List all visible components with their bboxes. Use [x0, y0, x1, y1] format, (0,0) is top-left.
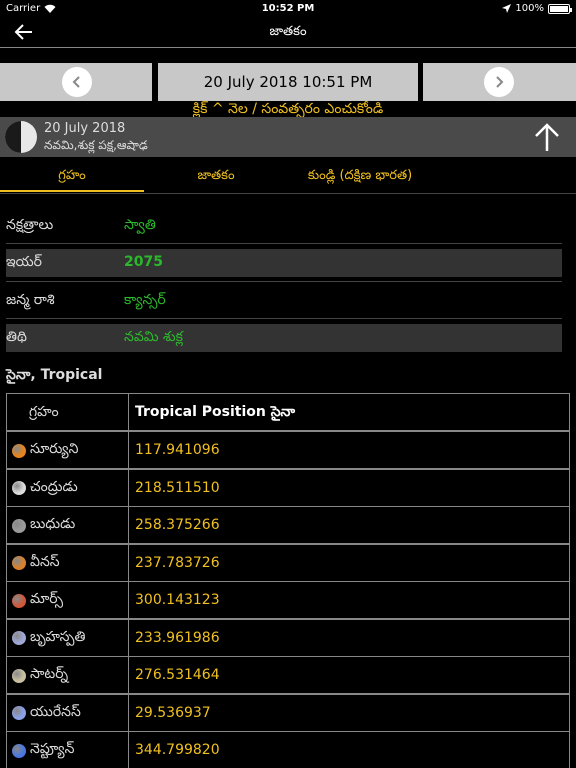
column-header-position: Tropical Position సైనా — [135, 404, 296, 420]
planet-name: యురేనస్ — [30, 703, 81, 720]
chevron-left-icon — [62, 67, 92, 97]
info-label: జన్మ రాశి — [6, 292, 55, 308]
tab-kundli-south[interactable]: కుండ్లి (దక్షిణ భారత) — [288, 160, 432, 192]
arrow-up-icon[interactable] — [532, 121, 562, 153]
planet-position: 29.536937 — [135, 704, 211, 721]
previous-date-button[interactable] — [0, 63, 152, 101]
planet-name: వీనస్ — [30, 553, 60, 570]
current-date-display[interactable]: 20 July 2018 10:51 PM — [158, 63, 418, 101]
tab-bar: గ్రహం జాతకం కుండ్లి (దక్షిణ భారత) — [0, 160, 576, 194]
planet-icon — [12, 556, 26, 570]
section-title: సైనా, Tropical — [6, 367, 103, 383]
planet-name: సాటర్న్ — [30, 666, 69, 682]
table-row: యురేనస్ 29.536937 — [6, 693, 570, 732]
battery-percent: 100% — [515, 3, 544, 14]
planet-position: 300.143123 — [135, 592, 220, 608]
info-value: స్వాతి — [124, 217, 156, 233]
location-icon — [502, 4, 512, 13]
planet-icon — [12, 443, 26, 458]
info-row-rashi: జన్మ రాశి క్యాన్సర్ — [6, 287, 562, 315]
table-row: వీనస్ 237.783726 — [6, 543, 570, 582]
planet-name: నెప్ట్యూన్ — [30, 741, 75, 757]
table-header-row: గ్రహం Tropical Position సైనా — [6, 393, 570, 431]
planet-icon — [12, 518, 26, 533]
info-row-tithi: తిథి నవమి శుక్ల — [6, 324, 562, 352]
table-row: మార్స్ 300.143123 — [6, 581, 570, 619]
info-value: 2075 — [124, 254, 163, 270]
planet-position: 276.531464 — [135, 667, 220, 683]
moon-phase-bar: 20 July 2018 నవమి,శుక్ల పక్ష,ఆషాఢ — [0, 117, 576, 157]
moon-phase-icon — [5, 121, 37, 153]
table-row: బృహస్పతి 233.961986 — [6, 618, 570, 657]
planet-name: సూర్యుని — [30, 441, 79, 457]
next-date-button[interactable] — [423, 63, 576, 101]
tab-planet[interactable]: గ్రహం — [0, 160, 144, 192]
planet-icon — [12, 481, 26, 495]
planet-position: 218.511510 — [135, 479, 220, 496]
column-header-planet: గ్రహం — [29, 404, 59, 420]
info-row-year: ఇయర్ 2075 — [6, 249, 562, 277]
info-row-nakshatra: నక్షత్రాలు స్వాతి — [6, 212, 562, 240]
table-row: చంద్రుడు 218.511510 — [6, 468, 570, 507]
planet-name: బృహస్పతి — [30, 628, 86, 645]
clock: 10:52 PM — [261, 3, 315, 14]
planet-icon — [12, 706, 26, 720]
planet-position: 237.783726 — [135, 554, 220, 571]
navigation-bar: జాతకం — [0, 18, 576, 48]
info-label: నక్షత్రాలు — [6, 217, 54, 233]
planet-name: బుధుడు — [30, 516, 76, 532]
table-row: బుధుడు 258.375266 — [6, 506, 570, 544]
status-bar: Carrier 10:52 PM 100% — [0, 0, 576, 18]
planet-icon — [12, 668, 26, 683]
planet-icon — [12, 631, 26, 645]
battery-icon — [548, 3, 572, 14]
planet-name: మార్స్ — [30, 591, 64, 607]
planet-icon — [12, 593, 26, 608]
planet-position: 344.799820 — [135, 742, 220, 758]
table-row: సాటర్న్ 276.531464 — [6, 656, 570, 694]
page-title: జాతకం — [269, 24, 307, 39]
tab-horoscope[interactable]: జాతకం — [144, 160, 288, 192]
info-value: క్యాన్సర్ — [124, 292, 166, 308]
table-row: నెప్ట్యూన్ 344.799820 — [6, 731, 570, 768]
info-label: ఇయర్ — [6, 254, 42, 270]
moon-date: 20 July 2018 — [44, 121, 126, 136]
date-selector: 20 July 2018 10:51 PM — [0, 63, 576, 101]
planet-position: 233.961986 — [135, 629, 220, 646]
planet-name: చంద్రుడు — [30, 478, 78, 495]
tithi-details: నవమి,శుక్ల పక్ష,ఆషాఢ — [44, 138, 148, 152]
chevron-right-icon — [484, 67, 514, 97]
info-value: నవమి శుక్ల — [124, 329, 183, 345]
planet-icon — [12, 743, 26, 758]
info-label: తిథి — [6, 329, 27, 345]
table-row: సూర్యుని 117.941096 — [6, 431, 570, 469]
planet-position: 258.375266 — [135, 517, 220, 533]
planet-position: 117.941096 — [135, 442, 220, 458]
